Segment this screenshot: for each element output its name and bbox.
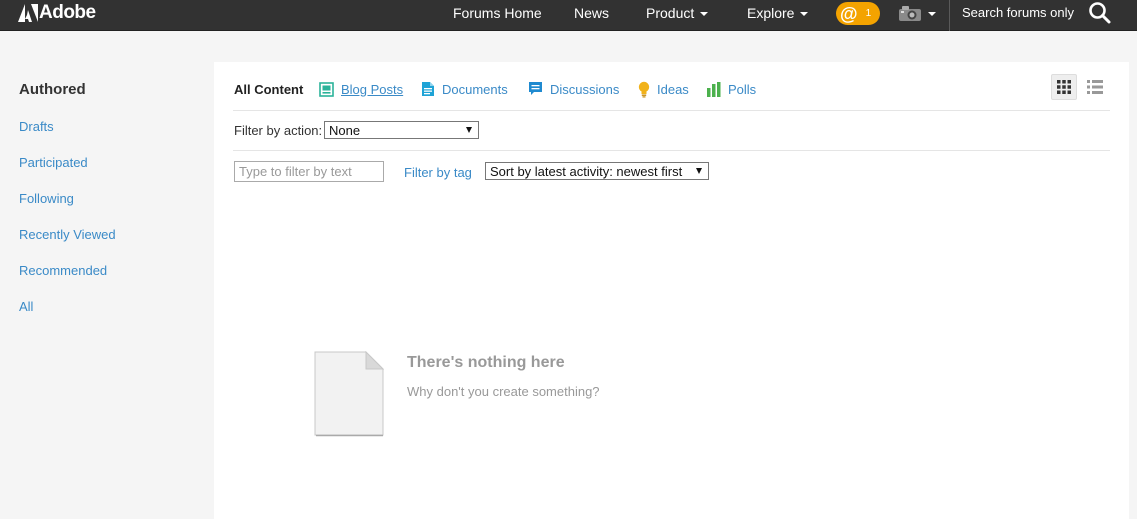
tab-blog-posts[interactable]: Blog Posts	[319, 80, 403, 98]
tab-all-content-label: All Content	[234, 81, 304, 97]
sidebar-item-drafts[interactable]: Drafts	[19, 119, 54, 134]
nav-forums-home-label: Forums Home	[453, 5, 542, 21]
sidebar-item-recently-viewed[interactable]: Recently Viewed	[19, 227, 116, 242]
empty-document-icon	[314, 350, 385, 442]
at-icon: @	[840, 3, 858, 24]
user-avatar-menu[interactable]	[898, 4, 936, 22]
search-button[interactable]	[1088, 1, 1112, 30]
chevron-down-icon	[800, 12, 809, 16]
discussion-icon	[528, 81, 543, 97]
sidebar-title: Authored	[19, 81, 86, 98]
tab-blog-posts-label: Blog Posts	[341, 81, 404, 97]
poll-icon	[707, 81, 721, 97]
mentions-count: 1	[865, 8, 872, 19]
tabs-divider	[233, 110, 1110, 111]
list-view-icon	[1087, 80, 1103, 94]
tab-all-content[interactable]: All Content	[234, 80, 303, 98]
sidebar-item-all[interactable]: All	[19, 299, 33, 314]
sidebar-item-participated[interactable]: Participated	[19, 155, 88, 170]
filter-action-label: Filter by action:	[234, 123, 323, 138]
filter-text-input[interactable]	[234, 161, 384, 182]
blog-icon	[319, 81, 334, 97]
filters-divider	[233, 150, 1110, 151]
sort-select-value: Sort by latest activity: newest first	[490, 163, 683, 179]
search-icon	[1089, 2, 1111, 24]
document-icon	[421, 81, 435, 97]
logo-text: Adobe	[39, 2, 96, 23]
tab-ideas[interactable]: Ideas	[638, 80, 689, 98]
tab-polls-label: Polls	[728, 81, 757, 97]
dropdown-arrow-icon	[696, 168, 702, 174]
tab-polls[interactable]: Polls	[707, 80, 756, 98]
idea-icon	[638, 81, 650, 98]
tab-discussions[interactable]: Discussions	[528, 80, 619, 98]
filter-action-select[interactable]: None	[324, 121, 479, 139]
adobe-logo-icon	[18, 4, 38, 22]
grid-view-button[interactable]	[1051, 74, 1077, 100]
nav-news-label: News	[574, 5, 610, 21]
adobe-logo[interactable]: Adobe	[18, 2, 96, 24]
nav-forums-home[interactable]: Forums Home	[453, 0, 542, 26]
sort-select[interactable]: Sort by latest activity: newest first	[485, 162, 709, 180]
nav-product-menu[interactable]: Product	[646, 0, 709, 26]
empty-state-subtitle: Why don't you create something?	[407, 384, 600, 399]
search-forums-label: Search forums only	[962, 4, 1074, 20]
nav-news[interactable]: News	[574, 0, 609, 26]
empty-state-title: There's nothing here	[407, 354, 565, 371]
top-bar: Adobe Forums Home News Product Explore @…	[0, 0, 1137, 31]
tab-documents-label: Documents	[442, 81, 508, 97]
chevron-down-icon	[700, 12, 709, 16]
chevron-down-icon	[928, 12, 936, 16]
tab-documents[interactable]: Documents	[421, 80, 508, 98]
header-divider	[949, 0, 950, 31]
sidebar-item-recommended[interactable]: Recommended	[19, 263, 107, 278]
sidebar-item-following[interactable]: Following	[19, 191, 74, 206]
tab-ideas-label: Ideas	[657, 81, 689, 97]
filter-action-value: None	[329, 122, 361, 138]
filter-by-tag-link[interactable]: Filter by tag	[404, 165, 472, 180]
search-forums-field[interactable]: Search forums only	[962, 0, 1074, 24]
nav-explore-menu[interactable]: Explore	[747, 0, 809, 26]
nav-product-label: Product	[646, 5, 695, 21]
tab-discussions-label: Discussions	[550, 81, 620, 97]
grid-view-icon	[1057, 80, 1071, 94]
dropdown-arrow-icon	[466, 127, 472, 133]
mentions-button[interactable]: @ 1	[836, 2, 880, 25]
content-panel: All Content Blog Posts Documents Discuss…	[214, 62, 1129, 519]
camera-icon	[899, 6, 921, 21]
nav-explore-label: Explore	[747, 5, 795, 21]
list-view-button[interactable]	[1082, 74, 1108, 100]
